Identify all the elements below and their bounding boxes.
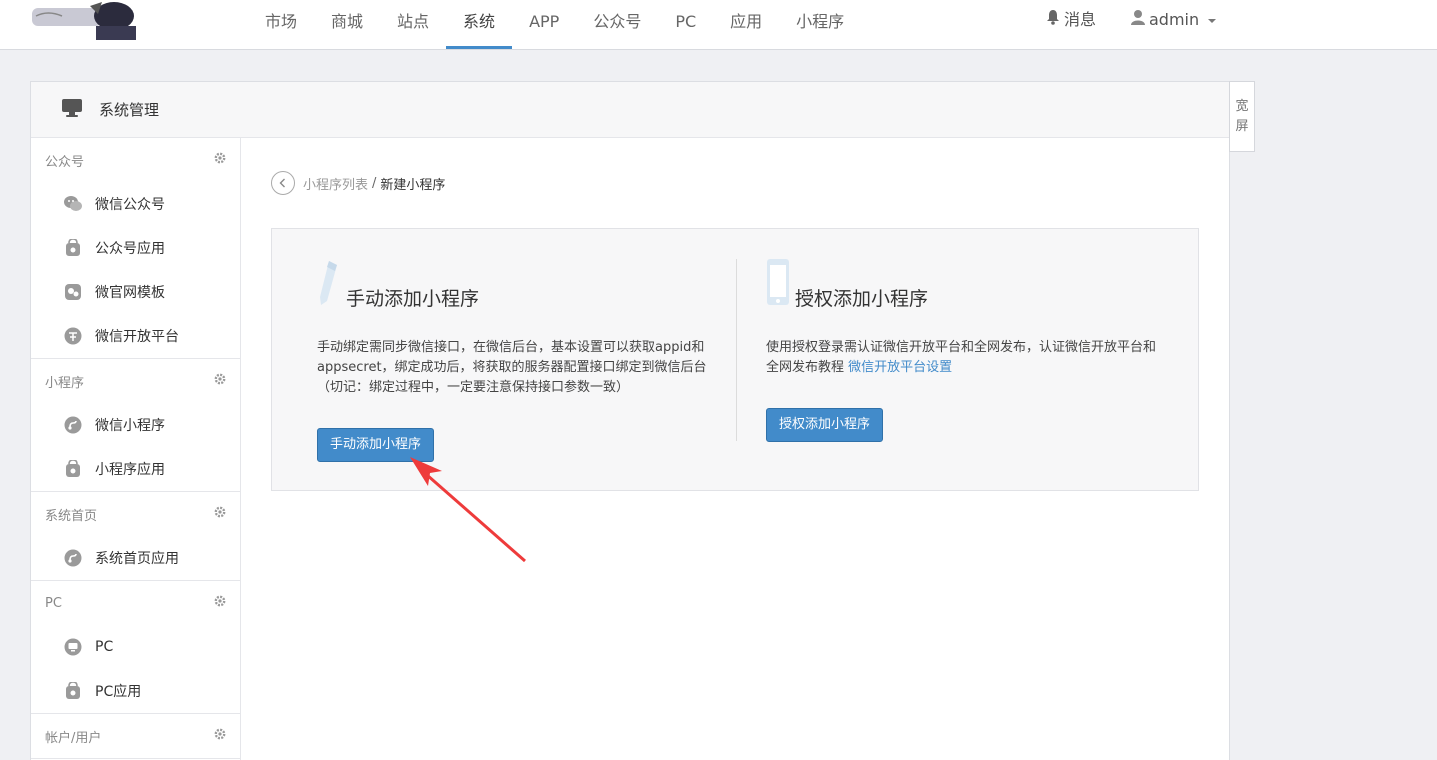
wide-toggle-char-1: 宽	[1235, 98, 1249, 114]
manual-add-button[interactable]: 手动添加小程序	[317, 428, 435, 462]
wechat-icon	[63, 194, 83, 214]
user-icon	[1131, 1, 1145, 39]
sidebar-item-label: 微信开放平台	[95, 329, 179, 345]
nav-item[interactable]: 市场	[248, 0, 314, 49]
panel-header: 系统管理	[31, 82, 1229, 138]
open-platform-settings-link[interactable]: 微信开放平台设置	[848, 360, 952, 375]
auth-add-card: 授权添加小程序 使用授权登录需认证微信开放平台和全网发布，认证微信开放平台和全网…	[766, 259, 1156, 442]
bell-icon	[1046, 1, 1060, 39]
sidebar-group-header: 小程序	[31, 359, 240, 403]
manual-add-description: 手动绑定需同步微信接口，在微信后台，基本设置可以获取appid和appsecre…	[317, 340, 707, 395]
sidebar-group: 小程序微信小程序小程序应用	[31, 359, 240, 492]
sidebar-group-title: 系统首页	[45, 508, 98, 524]
chevron-down-icon	[1208, 19, 1217, 23]
nav-item[interactable]: 商城	[314, 0, 380, 49]
nav-item[interactable]: APP	[512, 0, 576, 49]
breadcrumb: 小程序列表 / 新建小程序	[271, 171, 445, 195]
sidebar-group-header: 公众号	[31, 138, 240, 182]
nav-item[interactable]: 系统	[446, 0, 513, 49]
sidebar-group-header: 帐户/用户	[31, 714, 240, 758]
chevron-left-icon	[279, 178, 285, 188]
nav-item[interactable]: 站点	[380, 0, 446, 49]
gear-icon[interactable]	[214, 152, 226, 168]
nav-item[interactable]: PC	[658, 0, 713, 49]
gear-icon[interactable]	[214, 728, 226, 744]
user-name: admin	[1149, 10, 1200, 29]
nav-item[interactable]: 小程序	[779, 0, 861, 49]
sidebar-group-title: 小程序	[45, 375, 85, 391]
bag-icon	[63, 459, 83, 479]
sidebar: 公众号微信公众号公众号应用微官网模板微信开放平台小程序微信小程序小程序应用系统首…	[31, 138, 241, 760]
site-logo[interactable]	[28, 0, 138, 40]
system-panel: 系统管理 公众号 微信公众号 公众号应用 微官网模板 微信开放平台 小程序 微信小程序 小程序…	[30, 81, 1230, 760]
main-nav: 市场 商城 站点 系统 APP 公众号 PC 应用 小程序	[248, 0, 861, 49]
sidebar-item-label: PC	[95, 639, 114, 655]
wide-screen-toggle[interactable]: 宽 屏	[1229, 81, 1255, 152]
user-menu[interactable]: admin	[1131, 0, 1217, 40]
sidebar-group: PC PC PC应用	[31, 581, 240, 714]
sidebar-item-label: 小程序应用	[95, 462, 165, 478]
monitor-icon	[61, 98, 83, 122]
sidebar-group-title: PC	[45, 595, 62, 611]
sidebar-group-header: 系统首页	[31, 492, 240, 536]
sidebar-item-label: 微信公众号	[95, 197, 165, 213]
sidebar-item[interactable]: 微信开放平台	[31, 314, 240, 358]
bag-icon	[63, 238, 83, 258]
sidebar-group: 系统首页系统首页应用	[31, 492, 240, 581]
sidebar-item[interactable]: 公众号应用	[31, 226, 240, 270]
sidebar-item-label: 微信小程序	[95, 418, 165, 434]
sidebar-group: 帐户/用户	[31, 714, 240, 759]
sidebar-group: 公众号微信公众号公众号应用微官网模板微信开放平台	[31, 138, 240, 359]
miniprogram-icon	[63, 415, 83, 435]
auth-add-title: 授权添加小程序	[795, 288, 929, 310]
sidebar-item[interactable]: 微官网模板	[31, 270, 240, 314]
gear-icon[interactable]	[214, 373, 226, 389]
sidebar-item[interactable]: 微信小程序	[31, 403, 240, 447]
breadcrumb-parent-link[interactable]: 小程序列表	[303, 174, 368, 193]
breadcrumb-separator: /	[372, 175, 377, 191]
template-icon	[63, 282, 83, 302]
sidebar-item-label: 系统首页应用	[95, 551, 179, 567]
back-button[interactable]	[271, 171, 295, 195]
monitor-icon	[63, 637, 83, 657]
add-miniprogram-options: 手动添加小程序 手动绑定需同步微信接口，在微信后台，基本设置可以获取appid和…	[271, 228, 1199, 491]
auth-add-button[interactable]: 授权添加小程序	[766, 408, 884, 442]
auth-add-description-text: 使用授权登录需认证微信开放平台和全网发布，认证微信开放平台和全网发布教程	[766, 340, 1157, 375]
sidebar-item[interactable]: PC	[31, 625, 240, 669]
sidebar-group-title: 公众号	[45, 154, 85, 170]
messages-label: 消息	[1064, 10, 1097, 29]
wide-toggle-char-2: 屏	[1235, 118, 1249, 134]
gear-icon[interactable]	[214, 506, 226, 522]
sidebar-item-label: 微官网模板	[95, 285, 165, 301]
phone-icon	[766, 259, 790, 311]
sidebar-item-label: PC应用	[95, 684, 142, 700]
platform-icon	[63, 326, 83, 346]
sidebar-item[interactable]: PC应用	[31, 669, 240, 713]
sidebar-group-header: PC	[31, 581, 240, 625]
column-divider	[736, 259, 737, 441]
manual-add-title: 手动添加小程序	[346, 288, 480, 310]
pencil-icon	[317, 259, 341, 311]
sidebar-item-label: 公众号应用	[95, 241, 165, 257]
sidebar-item[interactable]: 系统首页应用	[31, 536, 240, 580]
manual-add-card: 手动添加小程序 手动绑定需同步微信接口，在微信后台，基本设置可以获取appid和…	[317, 259, 722, 462]
gear-icon[interactable]	[214, 595, 226, 611]
sidebar-group-title: 帐户/用户	[45, 730, 102, 746]
sidebar-item[interactable]: 小程序应用	[31, 447, 240, 491]
panel-title: 系统管理	[99, 101, 160, 119]
messages-link[interactable]: 消息	[1046, 0, 1096, 40]
nav-item[interactable]: 应用	[713, 0, 779, 49]
auth-add-description: 使用授权登录需认证微信开放平台和全网发布，认证微信开放平台和全网发布教程 微信开…	[766, 338, 1156, 378]
miniprogram-icon	[63, 548, 83, 568]
nav-item[interactable]: 公众号	[576, 0, 658, 49]
top-navbar: 市场 商城 站点 系统 APP 公众号 PC 应用 小程序 消息 admin	[0, 0, 1437, 50]
breadcrumb-current: 新建小程序	[380, 177, 446, 193]
bag-icon	[63, 681, 83, 701]
sidebar-item[interactable]: 微信公众号	[31, 182, 240, 226]
